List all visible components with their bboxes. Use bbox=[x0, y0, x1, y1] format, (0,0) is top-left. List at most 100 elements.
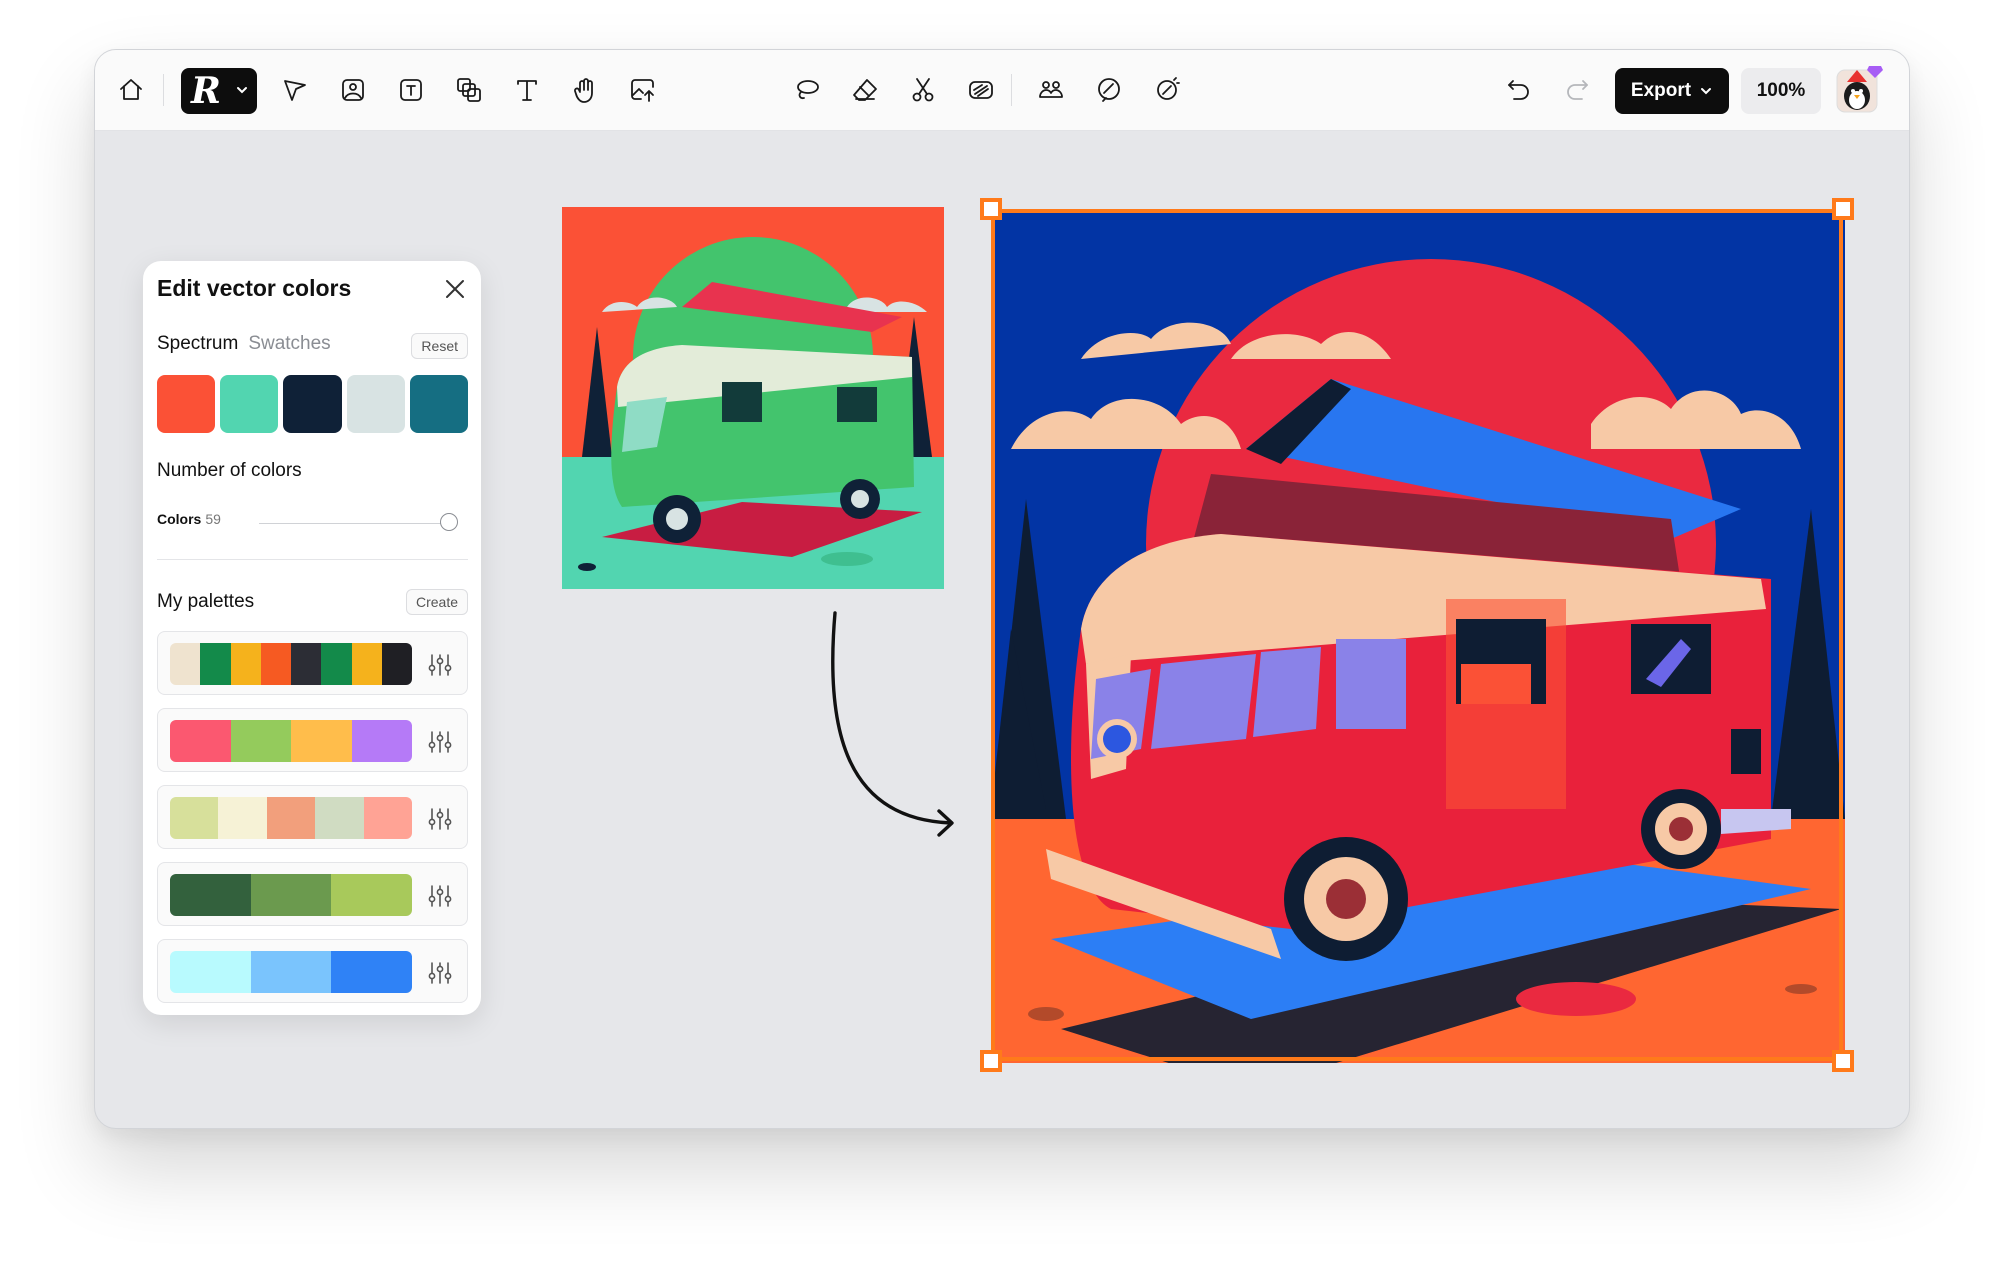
people-icon[interactable] bbox=[1031, 70, 1071, 110]
my-palettes-label: My palettes bbox=[157, 591, 255, 612]
palette-color-strip[interactable] bbox=[170, 874, 412, 916]
zoom-level-button[interactable]: 100% bbox=[1741, 68, 1821, 114]
scissors-icon[interactable] bbox=[903, 70, 943, 110]
adjust-palette-icon[interactable] bbox=[427, 806, 453, 832]
palette-color bbox=[170, 951, 251, 993]
adjust-palette-icon[interactable] bbox=[427, 729, 453, 755]
palette-color-strip[interactable] bbox=[170, 797, 412, 839]
palette-color bbox=[266, 797, 316, 839]
palette-color bbox=[260, 643, 291, 685]
text-icon[interactable] bbox=[507, 70, 547, 110]
select-tool-icon[interactable] bbox=[275, 70, 315, 110]
export-label: Export bbox=[1630, 80, 1692, 101]
palette-color bbox=[363, 797, 412, 839]
edit-vector-colors-panel: Edit vector colors Spectrum Swatches Rese… bbox=[143, 261, 481, 1015]
upload-image-icon[interactable] bbox=[623, 70, 663, 110]
palette-color bbox=[291, 720, 352, 762]
export-button[interactable]: Export bbox=[1615, 68, 1729, 114]
color-mode-tabs: Spectrum Swatches bbox=[157, 333, 331, 355]
colors-label: Colors bbox=[157, 511, 202, 527]
palette-color bbox=[331, 874, 412, 916]
create-palette-button[interactable]: Create bbox=[405, 589, 468, 615]
palette-color bbox=[218, 797, 267, 839]
palette-color bbox=[291, 643, 322, 685]
palette-color-strip[interactable] bbox=[170, 951, 412, 993]
toolbar: R Export 100% bbox=[95, 50, 1909, 131]
sticker-icon[interactable] bbox=[1089, 70, 1129, 110]
palette-color bbox=[170, 643, 201, 685]
colors-slider-thumb[interactable] bbox=[440, 513, 459, 531]
transform-arrow-icon bbox=[831, 611, 954, 837]
colors-slider-row: Colors 59 bbox=[157, 511, 468, 535]
spectrum-swatches bbox=[157, 375, 469, 433]
resize-handle-bottom-right[interactable] bbox=[1832, 1050, 1854, 1072]
resize-handle-top-left[interactable] bbox=[980, 198, 1002, 220]
layers-icon[interactable] bbox=[449, 70, 489, 110]
undo-icon[interactable] bbox=[1499, 70, 1539, 110]
chevron-down-icon bbox=[1701, 88, 1712, 95]
palette-color bbox=[230, 720, 291, 762]
hand-icon[interactable] bbox=[565, 70, 605, 110]
palette-color bbox=[351, 720, 412, 762]
app-menu-button[interactable]: R bbox=[181, 68, 257, 114]
close-icon[interactable] bbox=[443, 277, 467, 301]
original-image[interactable] bbox=[562, 207, 944, 589]
reset-button[interactable]: Reset bbox=[411, 333, 468, 359]
number-of-colors-label: Number of colors bbox=[157, 460, 302, 481]
color-swatch[interactable] bbox=[346, 375, 405, 433]
magic-icon[interactable] bbox=[1147, 70, 1187, 110]
resize-handle-top-right[interactable] bbox=[1832, 198, 1854, 220]
adjust-palette-icon[interactable] bbox=[427, 652, 453, 678]
adjust-palette-icon[interactable] bbox=[427, 883, 453, 909]
tab-spectrum[interactable]: Spectrum bbox=[157, 333, 238, 354]
palette-item[interactable] bbox=[157, 939, 468, 1003]
toolbar-divider bbox=[163, 74, 164, 106]
image-icon[interactable] bbox=[333, 70, 373, 110]
color-swatch[interactable] bbox=[409, 375, 469, 433]
palette-color-strip[interactable] bbox=[170, 720, 412, 762]
palette-item[interactable] bbox=[157, 631, 468, 695]
colors-value: 59 bbox=[205, 511, 221, 527]
eraser-icon[interactable] bbox=[845, 70, 885, 110]
image-text-icon[interactable] bbox=[391, 70, 431, 110]
resize-handle-bottom-left[interactable] bbox=[980, 1050, 1002, 1072]
app-logo: R bbox=[191, 70, 221, 112]
palette-color bbox=[230, 643, 261, 685]
palette-color-strip[interactable] bbox=[170, 643, 412, 685]
palette-color bbox=[315, 797, 364, 839]
zoom-label: 100% bbox=[1756, 80, 1806, 101]
palette-color bbox=[200, 643, 231, 685]
palette-item[interactable] bbox=[157, 785, 468, 849]
user-avatar[interactable] bbox=[1835, 64, 1883, 116]
tab-swatches[interactable]: Swatches bbox=[248, 333, 330, 354]
reset-label: Reset bbox=[421, 338, 458, 354]
home-icon[interactable] bbox=[111, 70, 151, 110]
palette-color bbox=[170, 720, 231, 762]
colors-slider-track[interactable] bbox=[259, 523, 457, 524]
palette-color bbox=[170, 874, 251, 916]
canvas[interactable]: Edit vector colors Spectrum Swatches Rese… bbox=[95, 131, 1909, 1128]
palette-color bbox=[170, 797, 219, 839]
palette-item[interactable] bbox=[157, 862, 468, 926]
color-swatch[interactable] bbox=[283, 375, 342, 433]
divider bbox=[157, 559, 468, 560]
palette-color bbox=[250, 951, 332, 993]
palette-color bbox=[321, 643, 352, 685]
palette-color bbox=[351, 643, 382, 685]
app-window: R Export 100% Edit vector colors Spectru… bbox=[94, 49, 1910, 1129]
adjust-palette-icon[interactable] bbox=[427, 960, 453, 986]
palette-color bbox=[250, 874, 332, 916]
panel-title: Edit vector colors bbox=[157, 275, 352, 301]
selection-frame bbox=[991, 209, 1843, 1061]
redo-icon[interactable] bbox=[1557, 70, 1597, 110]
palette-item[interactable] bbox=[157, 708, 468, 772]
create-label: Create bbox=[415, 594, 458, 610]
palette-color bbox=[331, 951, 412, 993]
palette-color bbox=[381, 643, 412, 685]
color-swatch[interactable] bbox=[220, 375, 279, 433]
toolbar-divider bbox=[1011, 74, 1012, 106]
vectorize-icon[interactable] bbox=[961, 70, 1001, 110]
color-swatch[interactable] bbox=[157, 375, 216, 433]
chevron-down-icon bbox=[237, 87, 247, 94]
lasso-icon[interactable] bbox=[787, 70, 827, 110]
